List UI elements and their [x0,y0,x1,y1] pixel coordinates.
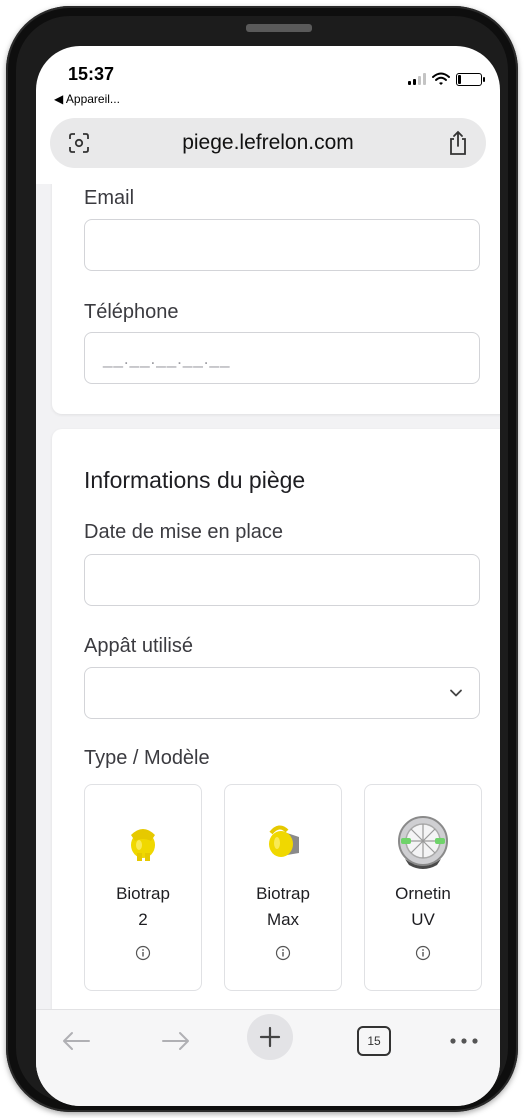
info-icon[interactable] [275,945,291,961]
arrow-left-icon [63,1032,90,1050]
plus-icon [259,1026,281,1048]
biotrap-2-image [131,829,155,861]
page-menu-icon[interactable] [68,132,90,154]
status-icons [408,72,485,86]
address-bar[interactable]: piege.lefrelon.com [50,118,486,168]
phone-placeholder: __.__.__.__.__ [103,349,231,368]
more-dots-icon [450,1038,478,1044]
phone-label: Téléphone [84,301,179,323]
tab-count: 15 [357,1026,391,1056]
section-title: Informations du piège [84,467,306,493]
signal-icon [408,73,426,85]
more-button[interactable] [444,1022,484,1060]
new-tab-button[interactable] [246,1014,294,1060]
bait-select[interactable] [84,667,480,719]
biotrap-max-image [269,825,299,857]
email-label: Email [84,187,135,209]
share-icon[interactable] [448,130,468,156]
chevron-down-icon [450,689,462,697]
email-field[interactable] [84,219,480,271]
speaker-grille [246,24,312,32]
phone-frame: 15:37 ◀ Appareil... piege.lefrelon.com E… [6,6,518,1112]
back-button[interactable] [56,1022,96,1060]
type-label: Type / Modèle [84,747,210,769]
model-tile-ornetin-uv[interactable]: Ornetin UV [364,784,482,991]
battery-icon [456,72,485,86]
trap-info-card: Informations du piège Date de mise en pl… [52,429,500,1009]
info-icon[interactable] [135,945,151,961]
tabs-button[interactable]: 15 [354,1022,394,1060]
phone-field[interactable]: __.__.__.__.__ [84,332,480,384]
info-icon[interactable] [415,945,431,961]
wifi-icon [432,72,450,85]
contact-card: Email Téléphone __.__.__.__.__ [52,184,500,414]
back-to-app-link[interactable]: ◀ Appareil... [54,92,120,106]
status-time: 15:37 [68,64,115,84]
model-name: Biotrap Max [256,884,310,929]
model-name: Ornetin UV [395,884,451,929]
date-label: Date de mise en place [84,521,284,543]
date-field[interactable] [84,554,480,606]
page-content[interactable]: Email Téléphone __.__.__.__.__ Informati… [36,184,500,1009]
bait-label: Appât utilisé [84,635,193,657]
model-tile-biotrap-2[interactable]: Biotrap 2 [84,784,202,991]
forward-button[interactable] [156,1022,196,1060]
arrow-right-icon [162,1032,189,1050]
model-tile-biotrap-max[interactable]: Biotrap Max [224,784,342,991]
url-text[interactable]: piege.lefrelon.com [50,131,486,155]
ornetin-uv-image [398,816,448,869]
model-name: Biotrap 2 [116,884,170,929]
browser-toolbar: 15 [36,1009,500,1106]
phone-screen: 15:37 ◀ Appareil... piege.lefrelon.com E… [36,46,500,1106]
